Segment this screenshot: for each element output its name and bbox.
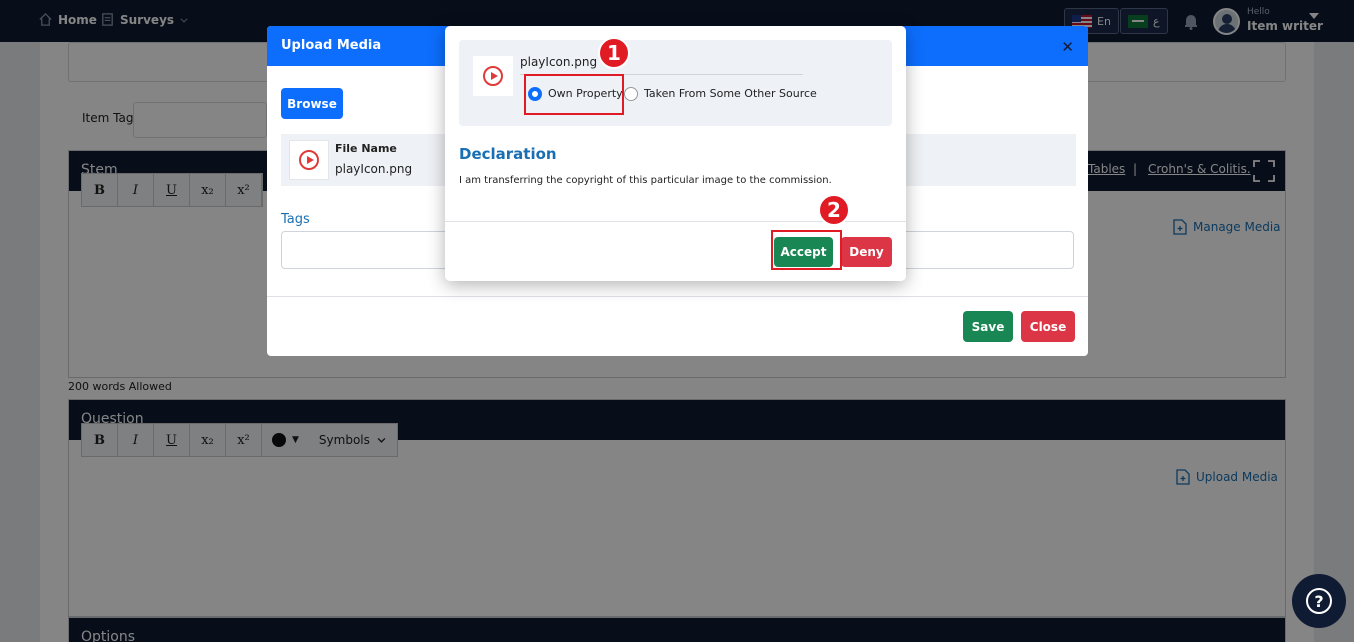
- declaration-thumbnail: [473, 56, 513, 96]
- other-source-radio[interactable]: [624, 87, 638, 101]
- step2-badge: 2: [818, 194, 850, 226]
- other-source-label[interactable]: Taken From Some Other Source: [644, 87, 817, 100]
- declaration-file-name: playIcon.png: [520, 55, 598, 69]
- close-button[interactable]: Close: [1021, 311, 1075, 342]
- declaration-text: I am transferring the copyright of this …: [459, 175, 832, 186]
- file-thumbnail: [289, 140, 329, 180]
- declaration-heading: Declaration: [459, 145, 557, 163]
- tags-label: Tags: [281, 212, 310, 227]
- step1-badge: 1: [598, 37, 630, 69]
- browse-button[interactable]: Browse: [281, 88, 343, 119]
- modal-divider: [267, 296, 1088, 297]
- play-icon: [299, 150, 319, 170]
- file-name-value: playIcon.png: [335, 162, 413, 176]
- deny-button[interactable]: Deny: [841, 237, 892, 267]
- question-mark-icon: ?: [1306, 588, 1332, 614]
- step2-highlight-box: [771, 230, 842, 270]
- step1-highlight-box: [524, 74, 624, 115]
- save-button[interactable]: Save: [963, 311, 1013, 342]
- file-name-label: File Name: [335, 142, 397, 155]
- help-button[interactable]: ?: [1292, 574, 1346, 628]
- close-icon[interactable]: ✕: [1061, 38, 1074, 56]
- play-icon: [483, 66, 503, 86]
